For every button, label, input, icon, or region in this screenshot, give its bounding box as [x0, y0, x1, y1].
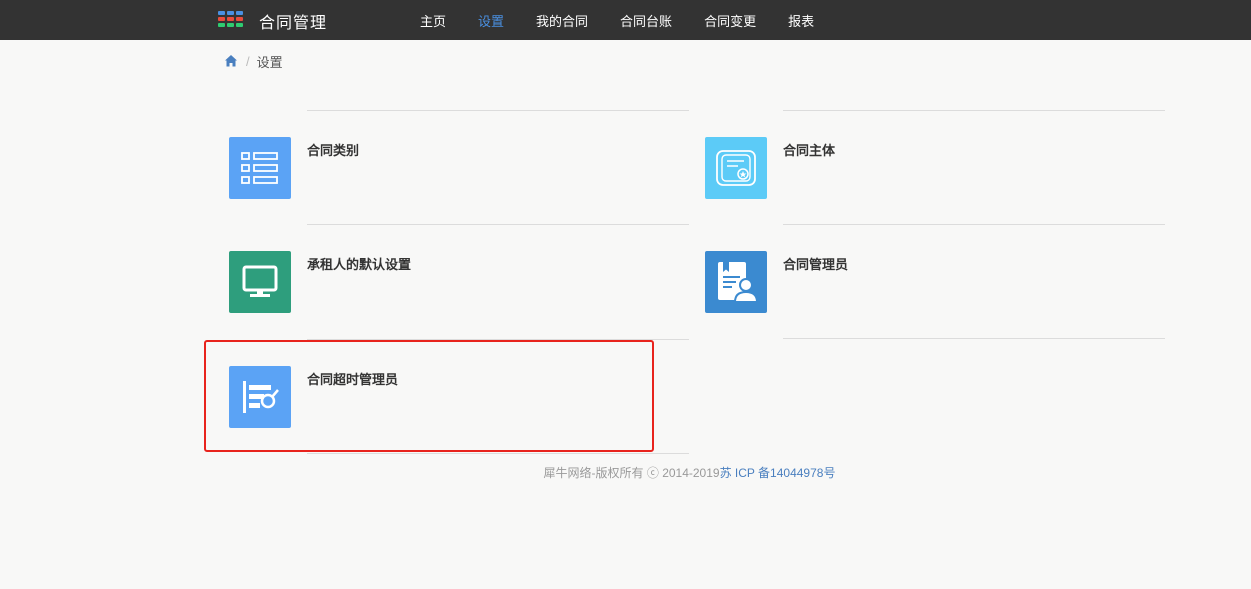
nav-contract-ledger[interactable]: 合同台账 — [604, 0, 688, 40]
setting-card-timeout-admin[interactable]: 合同超时管理员 — [229, 339, 689, 453]
footer: 犀牛网络-版权所有 ⓒ 2014-2019苏 ICP 备14044978号 — [0, 464, 1251, 481]
home-icon[interactable] — [224, 54, 238, 68]
list-icon[interactable] — [229, 137, 291, 199]
setting-card-label[interactable]: 合同超时管理员 — [307, 369, 398, 388]
setting-card-contract-category[interactable]: 合同类别 — [229, 110, 689, 224]
app-title: 合同管理 — [259, 15, 328, 32]
card-divider — [307, 339, 689, 340]
breadcrumb-current: 设置 — [256, 54, 283, 70]
card-divider — [307, 224, 689, 225]
breadcrumb-separator: / — [246, 53, 250, 69]
setting-card-label[interactable]: 合同主体 — [783, 140, 835, 159]
grid-logo-icon — [218, 11, 248, 31]
admin-document-icon[interactable] — [705, 251, 767, 313]
setting-card-contract-subject[interactable]: 合同主体 — [705, 110, 1165, 224]
main-nav: 主页 设置 我的合同 合同台账 合同变更 报表 — [404, 0, 830, 40]
nav-settings[interactable]: 设置 — [462, 0, 520, 40]
nav-home[interactable]: 主页 — [404, 0, 462, 40]
timeout-search-icon[interactable] — [229, 366, 291, 428]
certificate-icon[interactable] — [705, 137, 767, 199]
setting-card-label[interactable]: 合同类别 — [307, 140, 359, 159]
footer-copyright: 犀牛网络-版权所有 ⓒ 2014-2019 — [543, 466, 720, 480]
breadcrumb: / 设置 — [224, 52, 283, 70]
setting-card-tenant-defaults[interactable]: 承租人的默认设置 — [229, 224, 689, 338]
card-divider — [783, 338, 1165, 339]
card-divider — [783, 224, 1165, 225]
footer-icp-link[interactable]: 苏 ICP 备14044978号 — [720, 466, 836, 480]
setting-card-label[interactable]: 承租人的默认设置 — [307, 254, 411, 273]
card-divider — [307, 110, 689, 111]
app-logo[interactable]: 合同管理 — [218, 9, 327, 33]
card-divider — [307, 453, 689, 454]
setting-card-contract-admin[interactable]: 合同管理员 — [705, 224, 1165, 338]
monitor-icon[interactable] — [229, 251, 291, 313]
nav-my-contracts[interactable]: 我的合同 — [520, 0, 604, 40]
setting-card-label[interactable]: 合同管理员 — [783, 254, 848, 273]
top-navbar: 合同管理 主页 设置 我的合同 合同台账 合同变更 报表 — [0, 0, 1251, 40]
nav-reports[interactable]: 报表 — [772, 0, 830, 40]
nav-contract-changes[interactable]: 合同变更 — [688, 0, 772, 40]
card-divider — [783, 110, 1165, 111]
